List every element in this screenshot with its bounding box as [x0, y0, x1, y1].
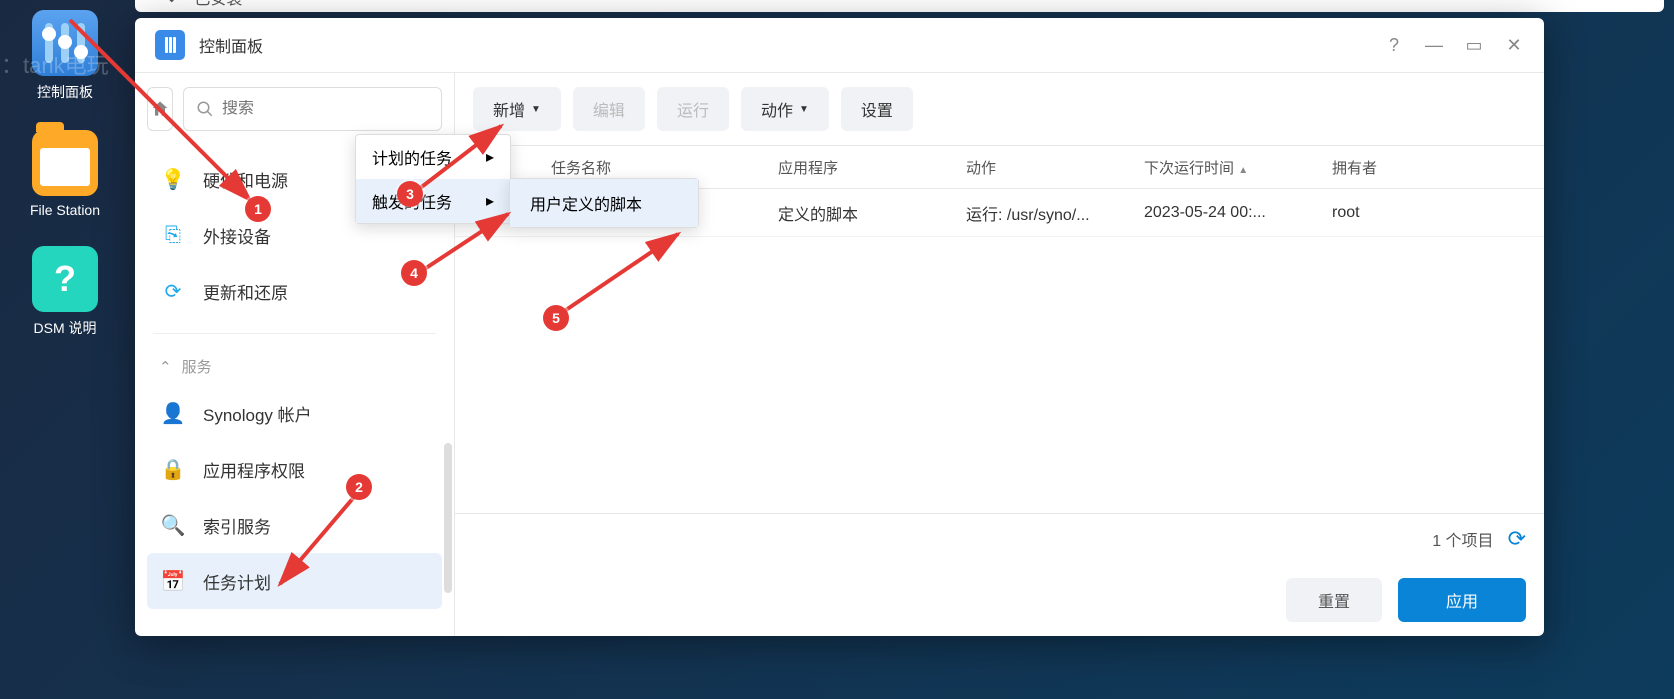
chevron-right-icon: ▸ — [486, 147, 494, 167]
refresh-button[interactable]: ⟳ — [1508, 526, 1526, 552]
chevron-right-icon: ▸ — [486, 191, 494, 211]
background-window: ⬇ 已安装 — [135, 0, 1664, 12]
calendar-icon: 📅 — [159, 567, 187, 595]
lock-icon: 🔒 — [159, 455, 187, 483]
main-content: 新增▼ 编辑 运行 动作▼ 设置 任务名称 应用程序 动作 下次运行时间 ▲ 拥… — [455, 73, 1544, 636]
annotation-badge-4: 4 — [401, 260, 427, 286]
bulb-icon: 💡 — [159, 165, 187, 193]
th-name[interactable]: 任务名称 — [543, 157, 770, 178]
help-icon: ? — [32, 246, 98, 312]
search-icon — [196, 100, 214, 118]
home-button[interactable] — [147, 87, 173, 131]
search-doc-icon: 🔍 — [159, 511, 187, 539]
chevron-up-icon: ⌃ — [159, 358, 172, 376]
annotation-badge-5: 5 — [543, 305, 569, 331]
th-next-run[interactable]: 下次运行时间 ▲ — [1136, 157, 1324, 178]
sidebar-item-synology-account[interactable]: 👤 Synology 帐户 — [147, 385, 442, 441]
caret-down-icon: ▼ — [531, 104, 541, 115]
item-count: 1 个项目 — [1432, 527, 1493, 551]
desktop-icon-file-station[interactable]: File Station — [0, 130, 130, 218]
sidebar-section-services[interactable]: ⌃ 服务 — [147, 348, 442, 385]
section-label: 服务 — [182, 356, 212, 377]
apply-button[interactable]: 应用 — [1398, 578, 1526, 622]
add-button[interactable]: 新增▼ — [473, 87, 561, 131]
th-action[interactable]: 动作 — [958, 157, 1136, 178]
refresh-icon: ⟳ — [159, 277, 187, 305]
th-owner[interactable]: 拥有者 — [1324, 157, 1474, 178]
menu-item-triggered-task[interactable]: 触发的任务▸ — [356, 179, 510, 223]
control-panel-window: 控制面板 ? — ▭ ✕ 💡 硬件和电源 — [135, 18, 1544, 636]
user-icon: 👤 — [159, 399, 187, 427]
sidebar-label: 应用程序权限 — [203, 457, 305, 482]
annotation-badge-1: 1 — [245, 196, 271, 222]
run-button[interactable]: 运行 — [657, 87, 729, 131]
sidebar-label: 硬件和电源 — [203, 167, 288, 192]
sort-asc-icon: ▲ — [1238, 165, 1248, 176]
annotation-badge-3: 3 — [397, 181, 423, 207]
cell-next: 2023-05-24 00:... — [1136, 204, 1324, 222]
search-box[interactable] — [183, 87, 442, 131]
home-icon — [150, 99, 170, 119]
sidebar-label: 任务计划 — [203, 569, 271, 594]
scrollbar[interactable] — [444, 443, 452, 593]
reset-button[interactable]: 重置 — [1286, 578, 1382, 622]
separator — [153, 333, 436, 334]
edit-button[interactable]: 编辑 — [573, 87, 645, 131]
triggered-submenu: 用户定义的脚本 — [509, 178, 699, 228]
folder-icon — [32, 130, 98, 196]
footer-status: 1 个项目 ⟳ — [455, 513, 1544, 564]
help-button[interactable]: ? — [1384, 35, 1404, 56]
close-button[interactable]: ✕ — [1504, 35, 1524, 56]
sidebar-label: 外接设备 — [203, 223, 271, 248]
footer-buttons: 重置 应用 — [455, 564, 1544, 636]
sidebar-item-task-scheduler[interactable]: 📅 任务计划 — [147, 553, 442, 609]
desktop-icon-dsm-help[interactable]: ? DSM 说明 — [0, 246, 130, 338]
toolbar: 新增▼ 编辑 运行 动作▼ 设置 — [455, 73, 1544, 145]
annotation-badge-2: 2 — [346, 474, 372, 500]
add-menu: 计划的任务▸ 触发的任务▸ — [355, 134, 511, 224]
sidebar-label: 更新和还原 — [203, 279, 288, 304]
caret-down-icon: ▼ — [799, 104, 809, 115]
app-icon — [155, 30, 185, 60]
cell-action: 运行: /usr/syno/... — [958, 201, 1136, 225]
usb-icon: ⎘ — [159, 221, 187, 249]
action-button[interactable]: 动作▼ — [741, 87, 829, 131]
desktop-label: 控制面板 — [37, 82, 93, 102]
sidebar-label: Synology 帐户 — [203, 401, 312, 426]
maximize-button[interactable]: ▭ — [1464, 35, 1484, 56]
search-input[interactable] — [222, 100, 429, 118]
sidebar-item-update[interactable]: ⟳ 更新和还原 — [147, 263, 442, 319]
th-app[interactable]: 应用程序 — [770, 157, 958, 178]
menu-item-scheduled-task[interactable]: 计划的任务▸ — [356, 135, 510, 179]
desktop-label: File Station — [30, 202, 100, 218]
window-title: 控制面板 — [199, 33, 263, 57]
watermark: 淘宝店：tank电玩 — [0, 48, 109, 80]
download-icon: ⬇ — [165, 0, 178, 7]
installed-label: 已安装 — [194, 0, 242, 9]
sidebar-item-indexing[interactable]: 🔍 索引服务 — [147, 497, 442, 553]
sidebar-label: 索引服务 — [203, 513, 271, 538]
desktop-label: DSM 说明 — [34, 318, 97, 338]
settings-button[interactable]: 设置 — [841, 87, 913, 131]
minimize-button[interactable]: — — [1424, 35, 1444, 56]
cell-app: 定义的脚本 — [770, 201, 958, 225]
sidebar-item-app-privileges[interactable]: 🔒 应用程序权限 — [147, 441, 442, 497]
menu-item-user-defined-script[interactable]: 用户定义的脚本 — [510, 179, 698, 227]
cell-owner: root — [1324, 204, 1474, 222]
titlebar: 控制面板 ? — ▭ ✕ — [135, 18, 1544, 72]
